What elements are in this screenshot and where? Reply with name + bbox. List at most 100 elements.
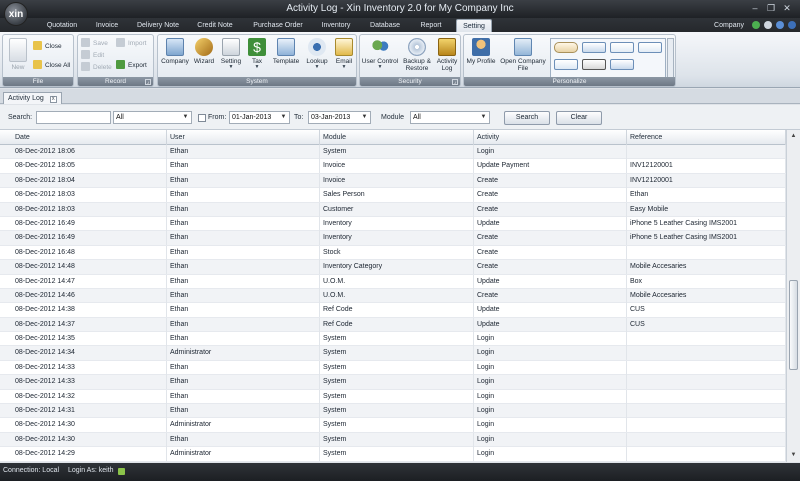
- from-date-field[interactable]: 01-Jan-2013 ▼: [229, 111, 290, 124]
- wizard-label: Wizard: [193, 58, 215, 65]
- tab-inventory[interactable]: Inventory: [316, 19, 356, 32]
- vertical-scrollbar[interactable]: ▲ ▼: [786, 130, 800, 462]
- table-row[interactable]: 08-Dec-2012 16:49 Ethan Inventory Create iPh…: [0, 231, 786, 246]
- style-swatch-3[interactable]: [610, 42, 634, 53]
- table-row[interactable]: 08-Dec-2012 14:30 Administrator System Logi…: [0, 418, 786, 433]
- table-row[interactable]: 08-Dec-2012 14:35 Ethan System Login: [0, 332, 786, 347]
- scroll-down-icon[interactable]: ▼: [789, 451, 798, 460]
- style-swatch-1[interactable]: [554, 42, 578, 53]
- table-row[interactable]: 08-Dec-2012 16:49 Ethan Inventory Update iPh…: [0, 216, 786, 232]
- column-header-date[interactable]: Date: [12, 130, 167, 145]
- globe-icon[interactable]: [752, 21, 760, 29]
- wizard-button[interactable]: Wizard: [192, 38, 216, 65]
- minimize-button[interactable]: –: [748, 2, 762, 14]
- app-logo[interactable]: xin: [4, 2, 28, 26]
- search-input[interactable]: [36, 111, 111, 124]
- save-button[interactable]: Save: [81, 38, 108, 49]
- cell-module: Ref Code: [320, 303, 474, 318]
- export-button[interactable]: Export: [116, 60, 147, 71]
- user-control-button[interactable]: User Control ▼: [361, 38, 399, 70]
- cell-module: Customer: [320, 202, 474, 217]
- table-row[interactable]: 08-Dec-2012 18:04 Ethan Invoice Create INV12…: [0, 173, 786, 189]
- new-button[interactable]: New: [7, 38, 29, 71]
- close-all-button[interactable]: Close All: [33, 60, 70, 71]
- column-header-reference[interactable]: Reference: [627, 130, 786, 145]
- table-row[interactable]: 08-Dec-2012 14:46 Ethan U.O.M. Create Mobile…: [0, 288, 786, 304]
- style-swatch-4[interactable]: [638, 42, 662, 53]
- style-swatch-2[interactable]: [582, 42, 606, 53]
- cell-activity: Login: [474, 447, 627, 462]
- lookup-button[interactable]: Lookup ▼: [304, 38, 330, 70]
- tab-delivery-note[interactable]: Delivery Note: [132, 19, 184, 32]
- scope-select[interactable]: All ▼: [113, 111, 192, 124]
- to-date-field[interactable]: 03-Jan-2013 ▼: [308, 111, 371, 124]
- search-button[interactable]: Search: [504, 111, 550, 125]
- table-row[interactable]: 08-Dec-2012 14:32 Ethan System Login: [0, 389, 786, 405]
- close-button[interactable]: Close: [33, 41, 62, 52]
- table-row[interactable]: 08-Dec-2012 18:03 Ethan Customer Create Easy…: [0, 202, 786, 217]
- cell-reference: INV12120001: [627, 159, 786, 174]
- clear-button[interactable]: Clear: [556, 111, 602, 125]
- edit-button[interactable]: Edit: [81, 50, 104, 61]
- my-profile-button[interactable]: My Profile: [465, 38, 497, 65]
- table-row[interactable]: 08-Dec-2012 14:33 Ethan System Login: [0, 360, 786, 376]
- table-row[interactable]: 08-Dec-2012 18:03 Ethan Sales Person Create…: [0, 188, 786, 203]
- table-row[interactable]: 08-Dec-2012 14:38 Ethan Ref Code Update CUS: [0, 303, 786, 318]
- table-row[interactable]: 08-Dec-2012 18:05 Ethan Invoice Update Paym…: [0, 159, 786, 174]
- restore-button[interactable]: ❐: [764, 2, 778, 14]
- record-launcher-icon[interactable]: ⌟: [145, 79, 151, 85]
- tab-report[interactable]: Report: [414, 19, 448, 32]
- table-row[interactable]: 08-Dec-2012 14:48 Ethan Inventory Category…: [0, 260, 786, 275]
- calendar-dropdown-icon: ▼: [280, 114, 287, 120]
- table-row[interactable]: 08-Dec-2012 14:34 Administrator System Logi…: [0, 346, 786, 361]
- table-row[interactable]: 08-Dec-2012 14:31 Ethan System Login: [0, 404, 786, 419]
- tab-database[interactable]: Database: [364, 19, 406, 32]
- from-date-value: 01-Jan-2013: [232, 114, 272, 121]
- table-row[interactable]: 08-Dec-2012 14:29 Administrator System Logi…: [0, 447, 786, 462]
- open-company-file-button[interactable]: Open Company File: [498, 38, 548, 72]
- close-tab-icon[interactable]: x: [49, 96, 57, 103]
- style-swatch-5[interactable]: [554, 59, 578, 70]
- cell-activity: Update: [474, 317, 627, 332]
- table-row[interactable]: 08-Dec-2012 16:48 Ethan Stock Create: [0, 245, 786, 261]
- column-header-user[interactable]: User: [167, 130, 320, 145]
- scroll-up-icon[interactable]: ▲: [789, 132, 798, 141]
- tab-invoice[interactable]: Invoice: [90, 19, 124, 32]
- from-date-checkbox[interactable]: [198, 114, 206, 122]
- doctab-activity-log[interactable]: Activity Log x: [3, 92, 62, 104]
- security-launcher-icon[interactable]: ⌟: [452, 79, 458, 85]
- backup-restore-button[interactable]: Backup & Restore: [400, 38, 434, 72]
- cell-user: Administrator: [167, 418, 320, 433]
- scroll-thumb[interactable]: [789, 280, 798, 370]
- column-header-module[interactable]: Module: [320, 130, 474, 145]
- close-window-button[interactable]: ✕: [780, 2, 794, 14]
- activity-log-button[interactable]: Activity Log: [434, 38, 460, 72]
- company-menu[interactable]: Company: [714, 19, 744, 32]
- template-button[interactable]: Template: [270, 38, 302, 65]
- gallery-scroll[interactable]: [667, 38, 674, 78]
- column-header-activity[interactable]: Activity: [474, 130, 627, 145]
- module-select[interactable]: All ▼: [410, 111, 490, 124]
- import-button[interactable]: Import: [116, 38, 146, 49]
- window-title: Activity Log - Xin Inventory 2.0 for My …: [286, 3, 514, 14]
- table-row[interactable]: 08-Dec-2012 14:30 Ethan System Login: [0, 432, 786, 448]
- tab-quotation[interactable]: Quotation: [42, 19, 82, 32]
- style-swatch-6[interactable]: [582, 59, 606, 70]
- setting-button[interactable]: Setting ▼: [218, 38, 244, 70]
- tab-setting[interactable]: Setting: [456, 19, 492, 32]
- tab-purchase-order[interactable]: Purchase Order: [248, 19, 308, 32]
- email-button[interactable]: Email ▼: [332, 38, 356, 70]
- table-row[interactable]: 08-Dec-2012 18:06 Ethan System Login: [0, 145, 786, 160]
- dropdown-icon[interactable]: [764, 21, 772, 29]
- company-button[interactable]: Company: [160, 38, 190, 65]
- table-row[interactable]: 08-Dec-2012 14:33 Ethan System Login: [0, 375, 786, 390]
- table-row[interactable]: 08-Dec-2012 14:47 Ethan U.O.M. Update Box: [0, 274, 786, 289]
- tax-button[interactable]: $ Tax ▼: [246, 38, 268, 70]
- logout-icon[interactable]: [118, 468, 125, 475]
- table-row[interactable]: 08-Dec-2012 14:37 Ethan Ref Code Update CUS: [0, 317, 786, 333]
- info-icon[interactable]: [788, 21, 796, 29]
- delete-button[interactable]: Delete: [81, 62, 112, 73]
- help-icon[interactable]: [776, 21, 784, 29]
- style-swatch-7[interactable]: [610, 59, 634, 70]
- tab-credit-note[interactable]: Credit Note: [192, 19, 238, 32]
